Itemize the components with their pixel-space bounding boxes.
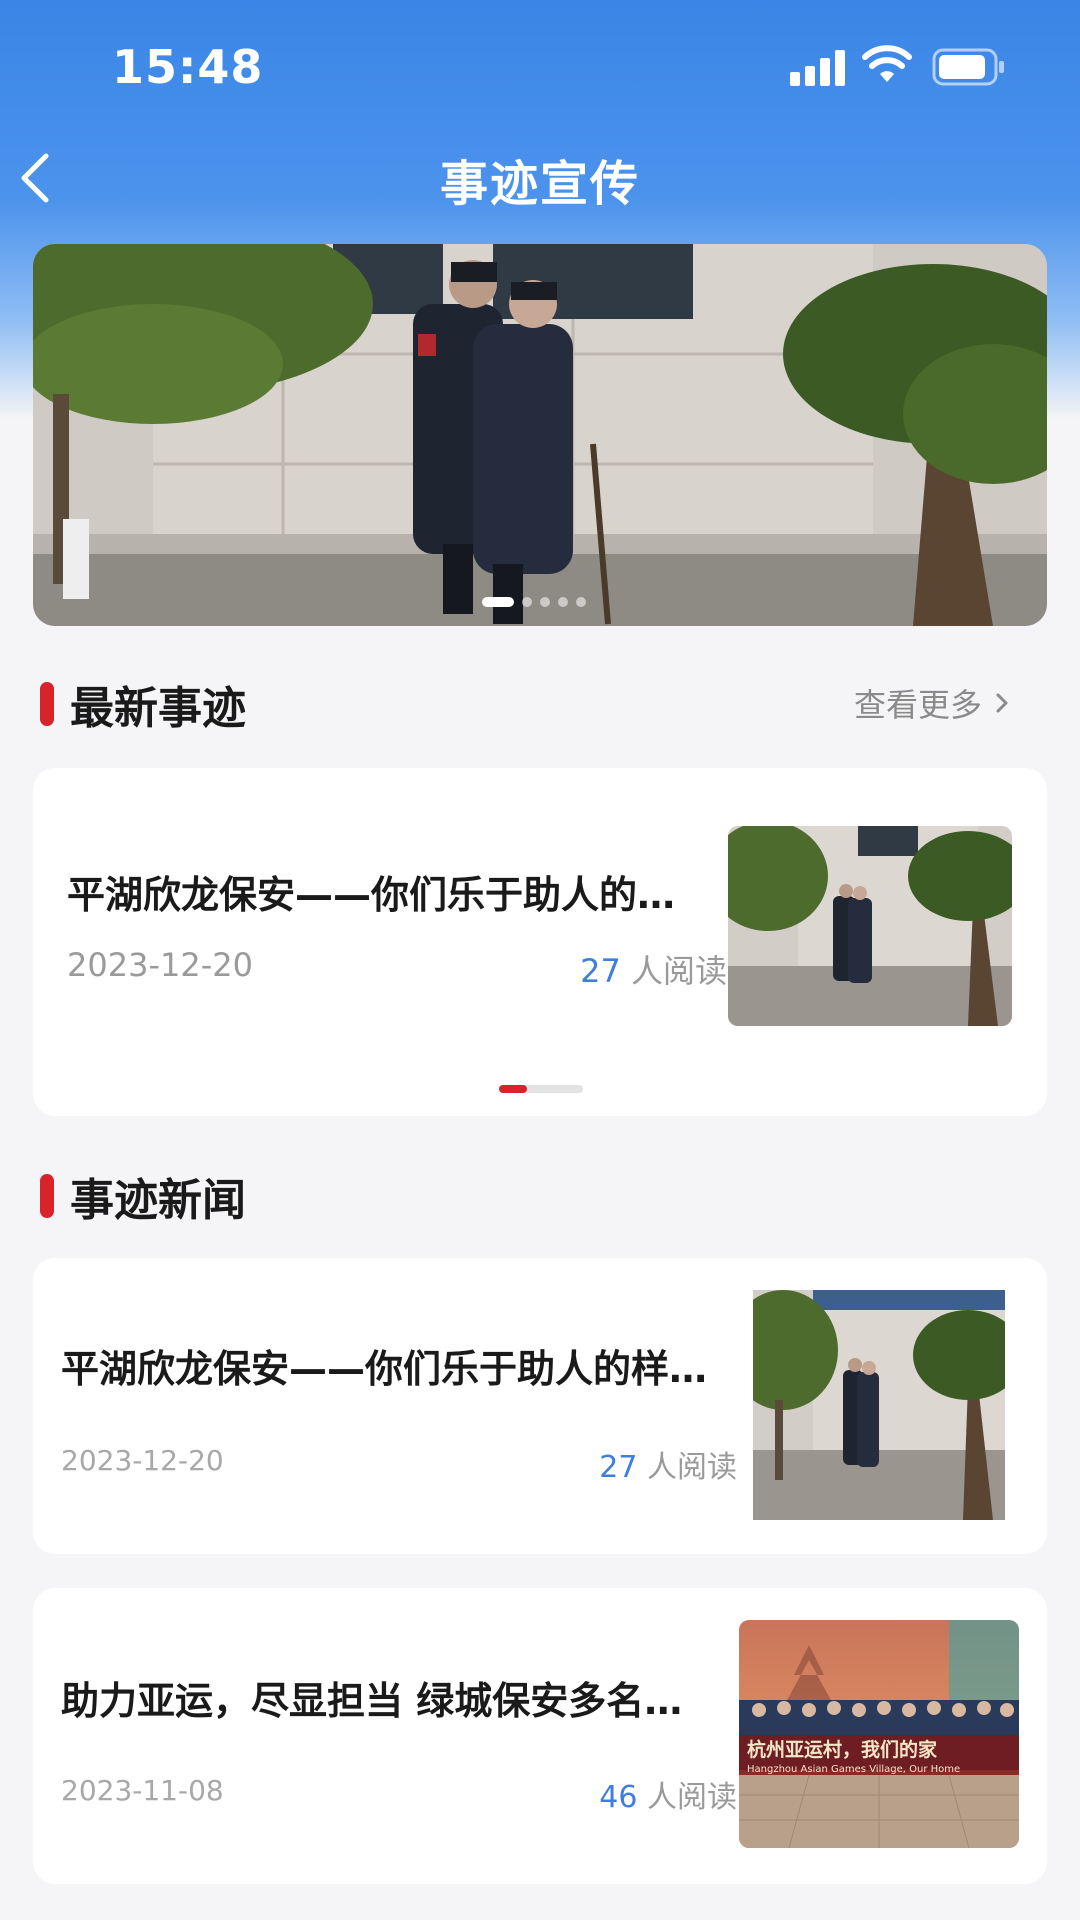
read-count-suffix: 人阅读 <box>620 952 727 990</box>
battery-icon <box>932 48 1004 86</box>
thumbnail-caption-english: Hangzhou Asian Games Village, Our Home <box>747 1764 960 1775</box>
read-count-number: 46 <box>599 1780 638 1815</box>
read-count-number: 27 <box>599 1450 638 1485</box>
banner-page-dots <box>482 596 594 608</box>
view-more-link[interactable]: 查看更多 <box>854 680 1010 726</box>
read-count-number: 27 <box>580 952 621 990</box>
read-count-suffix: 人阅读 <box>637 1780 737 1815</box>
read-count-suffix: 人阅读 <box>637 1450 737 1485</box>
page-title: 事迹宣传 <box>439 156 640 212</box>
banner-dot <box>522 597 532 607</box>
status-time: 15:48 <box>112 40 264 94</box>
view-more-label: 查看更多 <box>853 686 982 724</box>
news-item-date: 2023-12-20 <box>61 1444 224 1477</box>
latest-item-title: 平湖欣龙保安——你们乐于助人的… <box>67 873 676 917</box>
card-page-indicator-active <box>499 1085 527 1093</box>
latest-item-thumbnail <box>728 826 1012 1026</box>
latest-item-card[interactable]: 平湖欣龙保安——你们乐于助人的… 2023-12-20 27 人阅读 <box>33 768 1047 1116</box>
banner-carousel[interactable] <box>33 244 1047 626</box>
section-accent-bar <box>40 682 54 726</box>
latest-item-read-count: 27 人阅读 <box>580 946 727 992</box>
news-item-thumbnail <box>753 1290 1005 1520</box>
wifi-icon <box>862 45 912 82</box>
news-item-title: 助力亚运，尽显担当 绿城保安多名… <box>61 1679 683 1723</box>
navigation-bar: 事迹宣传 <box>0 132 1080 220</box>
section-accent-bar <box>40 1174 54 1218</box>
status-bar: 15:48 <box>0 0 1080 132</box>
news-item-date: 2023-11-08 <box>61 1774 224 1807</box>
news-item-read-count: 27 人阅读 <box>599 1442 737 1486</box>
news-item-card[interactable]: 助力亚运，尽显担当 绿城保安多名… 2023-11-08 46 人阅读 杭州亚运… <box>33 1588 1047 1884</box>
section-title: 事迹新闻 <box>70 1175 246 1226</box>
card-page-indicator <box>499 1085 583 1093</box>
banner-dot <box>540 597 550 607</box>
news-item-title: 平湖欣龙保安——你们乐于助人的样… <box>61 1347 708 1391</box>
news-item-read-count: 46 人阅读 <box>599 1772 737 1816</box>
chevron-right-icon <box>996 693 1008 713</box>
banner-dot <box>558 597 568 607</box>
section-title: 最新事迹 <box>70 683 246 734</box>
banner-dot <box>576 597 586 607</box>
news-item-thumbnail: 杭州亚运村，我们的家 Hangzhou Asian Games Village,… <box>739 1620 1019 1848</box>
latest-item-date: 2023-12-20 <box>67 946 253 984</box>
news-item-card[interactable]: 平湖欣龙保安——你们乐于助人的样… 2023-12-20 27 人阅读 <box>33 1258 1047 1554</box>
signal-icon <box>790 50 846 86</box>
banner-dot-active <box>482 597 514 607</box>
banner-photo <box>33 244 1047 626</box>
thumbnail-caption: 杭州亚运村，我们的家 <box>747 1738 938 1761</box>
